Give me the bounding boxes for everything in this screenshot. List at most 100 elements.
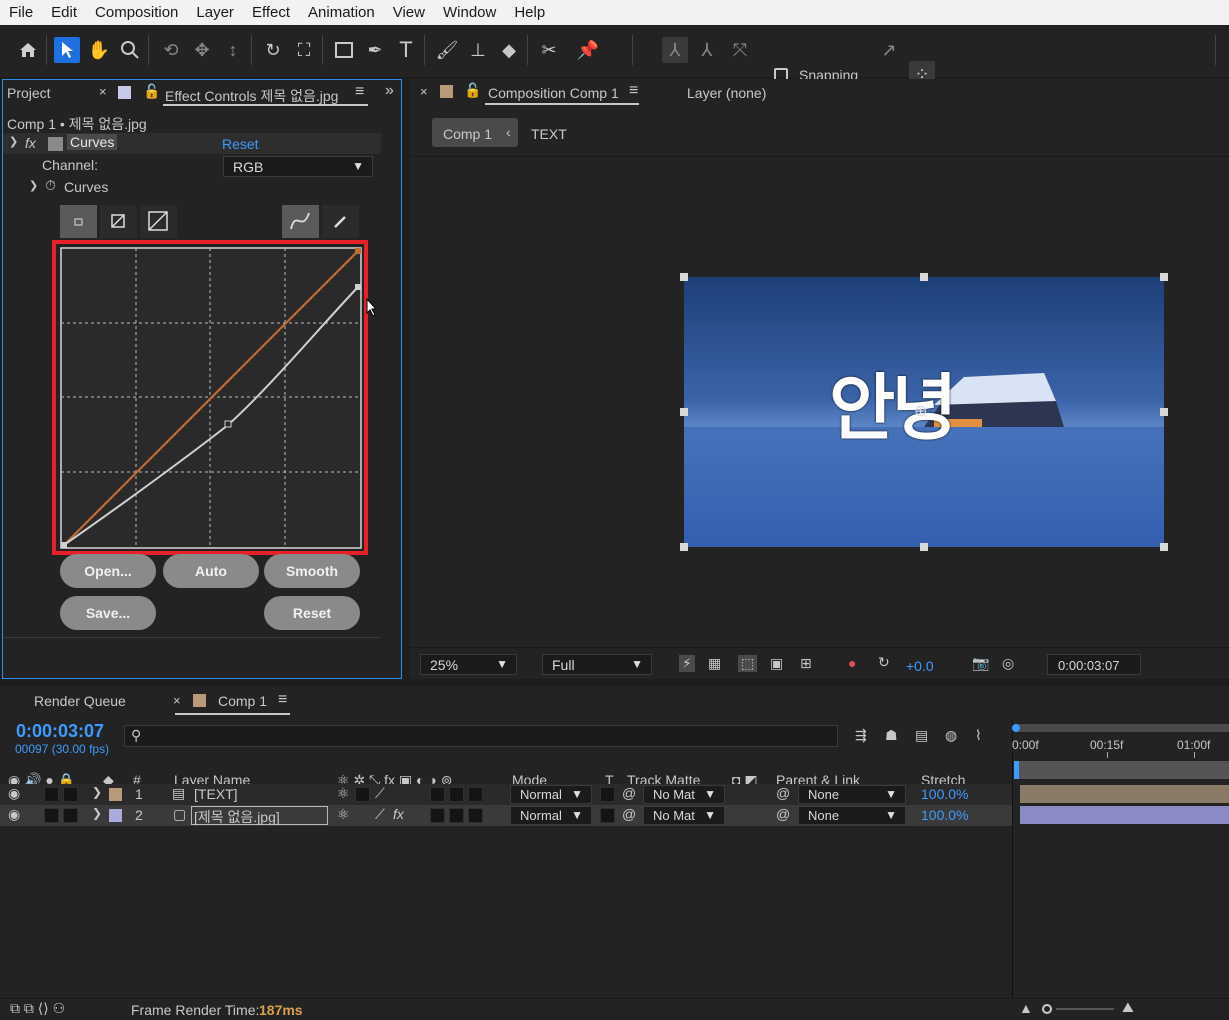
tab-comp-1[interactable]: Comp 1: [218, 693, 267, 709]
orbit-icon[interactable]: ⟲: [158, 37, 184, 63]
playhead[interactable]: [1014, 761, 1019, 779]
footer-toggle-icons[interactable]: ⧉ ⧉ ⟨⟩ ⚇: [10, 1000, 65, 1017]
current-time[interactable]: 0:00:03:07: [16, 721, 104, 742]
menu-window[interactable]: Window: [434, 4, 505, 21]
parent-dropdown[interactable]: None ▼: [798, 785, 906, 804]
zoom-slider-handle[interactable]: [1042, 1004, 1052, 1014]
pickwhip-icon[interactable]: @: [622, 785, 636, 801]
comp-mini-flowchart-icon[interactable]: ⇶: [855, 727, 867, 744]
selection-handle[interactable]: [1160, 408, 1168, 416]
layer-search-input[interactable]: ⚲: [124, 725, 838, 747]
parent-pickwhip-icon[interactable]: @: [776, 806, 790, 822]
type-icon[interactable]: T: [393, 37, 419, 63]
rectangle-icon[interactable]: [331, 37, 357, 63]
layer-name[interactable]: [제목 없음.jpg]: [194, 807, 280, 827]
breadcrumb-layer[interactable]: TEXT: [531, 126, 567, 142]
chevron-right-icon[interactable]: ❯: [92, 806, 102, 820]
viewer-timecode[interactable]: 0:00:03:07: [1047, 654, 1141, 675]
save-button[interactable]: Save...: [60, 596, 156, 630]
layer-bar-text[interactable]: [1020, 785, 1229, 803]
selection-handle[interactable]: [1160, 273, 1168, 281]
stretch-value[interactable]: 100.0%: [921, 786, 968, 802]
menu-edit[interactable]: Edit: [42, 4, 86, 21]
snap-edge-icon[interactable]: ↗: [876, 37, 902, 63]
selection-handle[interactable]: [920, 543, 928, 551]
expand-panels-icon[interactable]: »: [385, 82, 394, 100]
track-matte-dropdown[interactable]: No Mat ▼: [643, 806, 725, 825]
motion-blur-icon[interactable]: ◍: [945, 727, 957, 744]
reset-link[interactable]: Reset: [222, 136, 259, 152]
parent-dropdown[interactable]: None ▼: [798, 806, 906, 825]
time-navigator[interactable]: [1016, 761, 1229, 779]
exposure-value[interactable]: +0.0: [906, 658, 934, 674]
selection-icon[interactable]: [54, 37, 80, 63]
curves-graph[interactable]: [60, 247, 362, 549]
layer-name[interactable]: [TEXT]: [194, 786, 238, 802]
zoom-slider-track[interactable]: [1056, 1008, 1114, 1010]
pen-icon[interactable]: ✒: [362, 37, 388, 63]
stamp-icon[interactable]: ⊥: [465, 37, 491, 63]
track-matte-dropdown[interactable]: No Mat ▼: [643, 785, 725, 804]
frame-blending-icon[interactable]: ▤: [915, 727, 928, 744]
snapshot-icon[interactable]: 📷: [972, 655, 989, 672]
smooth-button[interactable]: Smooth: [264, 554, 360, 588]
selection-handle[interactable]: [680, 408, 688, 416]
chevron-down-icon[interactable]: ❯: [9, 135, 18, 148]
chevron-right-icon[interactable]: ❯: [92, 785, 102, 799]
pickwhip-icon[interactable]: @: [622, 806, 636, 822]
reset-exposure-icon[interactable]: ↻: [878, 654, 890, 671]
anchor-icon[interactable]: ⛶: [291, 37, 317, 63]
auto-button[interactable]: Auto: [163, 554, 259, 588]
menu-file[interactable]: File: [0, 4, 42, 21]
home-icon[interactable]: [15, 37, 41, 63]
zoom-dropdown[interactable]: 25% ▼: [420, 654, 517, 675]
dolly-icon[interactable]: ↕: [220, 37, 246, 63]
overlay-text[interactable]: 안녕: [829, 349, 958, 454]
fx-switch-icon[interactable]: fx: [393, 806, 404, 822]
tab-render-queue[interactable]: Render Queue: [34, 693, 126, 709]
selection-handle[interactable]: [920, 273, 928, 281]
menu-composition[interactable]: Composition: [86, 4, 187, 21]
eye-icon[interactable]: ◉: [8, 806, 20, 823]
menu-effect[interactable]: Effect: [243, 4, 299, 21]
layer-label-swatch[interactable]: [109, 788, 122, 801]
graph-editor-icon[interactable]: ⌇: [975, 727, 982, 744]
layer-row[interactable]: ◉ ❯ 2 ▢ [제목 없음.jpg] ⚛ ⟋ fx Normal ▼ @ No …: [0, 805, 1012, 826]
pan-icon[interactable]: ✥: [189, 37, 215, 63]
mask-visibility-icon[interactable]: ⬚: [738, 655, 758, 672]
channel-dropdown[interactable]: RGB ▼: [223, 156, 373, 177]
small-grid-button[interactable]: [60, 205, 97, 238]
shy-switch-icon[interactable]: ⚛: [337, 785, 350, 802]
menu-help[interactable]: Help: [505, 4, 554, 21]
lock-icon[interactable]: 🔓: [143, 83, 160, 100]
mode-dropdown[interactable]: Normal ▼: [510, 806, 592, 825]
menu-animation[interactable]: Animation: [299, 4, 384, 21]
show-snapshot-icon[interactable]: ◎: [1002, 655, 1014, 672]
layer-row[interactable]: ◉ ❯ 1 ▤ [TEXT] ⚛ ⟋ Normal ▼ @ No Mat ▼ @ N…: [0, 784, 1012, 805]
close-icon[interactable]: ×: [420, 84, 428, 99]
puppet-icon[interactable]: 📌: [575, 37, 601, 63]
menu-view[interactable]: View: [384, 4, 434, 21]
reset-button[interactable]: Reset: [264, 596, 360, 630]
rotate-icon[interactable]: ↻: [260, 37, 286, 63]
axis-local-icon[interactable]: ⅄: [662, 37, 688, 63]
fast-preview-icon[interactable]: ⚡: [679, 655, 695, 672]
guides-icon[interactable]: ⊞: [800, 655, 812, 672]
zoom-in-icon[interactable]: ⛰: [1122, 999, 1134, 1016]
eraser-icon[interactable]: ◆: [496, 37, 522, 63]
menu-layer[interactable]: Layer: [187, 4, 243, 21]
quality-switch-icon[interactable]: ⟋: [375, 806, 385, 823]
selection-handle[interactable]: [1160, 543, 1168, 551]
layer-bar-image[interactable]: [1020, 806, 1229, 824]
parent-pickwhip-icon[interactable]: @: [776, 785, 790, 801]
transparency-grid-icon[interactable]: ▦: [708, 655, 721, 672]
region-of-interest-icon[interactable]: ▣: [770, 655, 783, 672]
pencil-tool-button[interactable]: [322, 205, 359, 238]
layer-label-swatch[interactable]: [109, 809, 122, 822]
effect-name[interactable]: Curves: [67, 134, 118, 150]
panel-menu-icon[interactable]: ≡: [278, 691, 287, 709]
selection-handle[interactable]: [680, 543, 688, 551]
tab-composition[interactable]: Composition Comp 1: [488, 85, 619, 101]
resolution-dropdown[interactable]: Full ▼: [542, 654, 652, 675]
bezier-tool-button[interactable]: [282, 205, 319, 238]
